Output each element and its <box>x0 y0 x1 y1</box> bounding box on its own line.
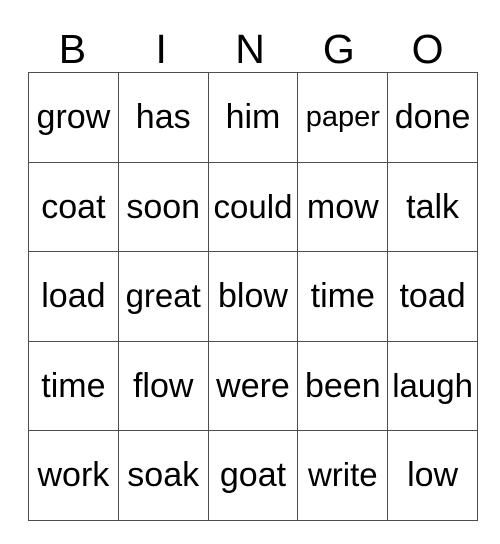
bingo-cell[interactable]: goat <box>207 430 299 521</box>
bingo-cell-word: work <box>37 456 110 495</box>
bingo-cell-word: toad <box>399 277 466 316</box>
bingo-row: coat soon could mow talk <box>28 161 478 252</box>
bingo-cell[interactable]: write <box>297 430 389 521</box>
bingo-cell[interactable]: could <box>207 161 299 252</box>
bingo-header-letter-g: G <box>322 26 355 72</box>
bingo-header-letter-o: O <box>411 26 444 72</box>
bingo-cell-word: been <box>304 366 381 405</box>
bingo-cell[interactable]: mow <box>297 161 389 252</box>
bingo-cell-word: him <box>225 98 281 137</box>
bingo-cell-word: write <box>307 456 378 494</box>
bingo-cell[interactable]: coat <box>28 161 119 252</box>
bingo-grid: grow has him paper done coat soon could … <box>28 72 478 521</box>
bingo-header-letter-b: B <box>58 26 87 72</box>
bingo-cell[interactable]: done <box>387 72 478 163</box>
bingo-cell[interactable]: soak <box>117 430 209 521</box>
bingo-cell[interactable]: been <box>297 340 389 431</box>
bingo-cell-word: laugh <box>392 366 473 404</box>
bingo-cell[interactable]: laugh <box>387 340 478 431</box>
bingo-row: time flow were been laugh <box>28 340 478 431</box>
bingo-cell-word: flow <box>132 366 194 405</box>
bingo-cell-word: grow <box>36 98 111 137</box>
bingo-cell[interactable]: grow <box>28 72 119 163</box>
bingo-cell[interactable]: paper <box>297 72 389 163</box>
bingo-cell[interactable]: great <box>117 251 209 342</box>
bingo-cell-word: great <box>125 277 201 315</box>
bingo-header-letter-i: I <box>155 26 167 72</box>
bingo-cell-word: low <box>407 456 459 495</box>
bingo-cell[interactable]: soon <box>117 161 209 252</box>
bingo-cell-word: talk <box>406 187 460 226</box>
bingo-row: work soak goat write low <box>28 430 478 521</box>
bingo-cell-word: blow <box>218 277 288 316</box>
bingo-cell[interactable]: blow <box>207 251 299 342</box>
bingo-cell-word: time <box>41 366 106 405</box>
bingo-cell[interactable]: were <box>207 340 299 431</box>
bingo-cell-word: were <box>216 366 290 405</box>
bingo-cell[interactable]: low <box>387 430 478 521</box>
bingo-cell-word: goat <box>219 456 287 495</box>
bingo-cell[interactable]: work <box>28 430 119 521</box>
bingo-cell[interactable]: toad <box>387 251 478 342</box>
bingo-cell-word: mow <box>306 187 379 226</box>
bingo-card: B I N G O grow has him paper done coat s… <box>28 14 478 521</box>
bingo-cell-word: done <box>394 98 471 137</box>
bingo-cell-word: paper <box>305 101 380 134</box>
bingo-cell-word: has <box>135 98 191 137</box>
bingo-cell-word: time <box>310 277 375 316</box>
bingo-cell[interactable]: has <box>117 72 209 163</box>
bingo-cell-word: could <box>213 187 293 225</box>
bingo-cell[interactable]: him <box>207 72 299 163</box>
bingo-cell[interactable]: talk <box>387 161 478 252</box>
bingo-cell[interactable]: time <box>297 251 389 342</box>
bingo-cell-word: soon <box>126 187 201 226</box>
bingo-cell[interactable]: time <box>28 340 119 431</box>
bingo-cell-word: soak <box>127 456 200 495</box>
bingo-cell[interactable]: flow <box>117 340 209 431</box>
bingo-cell-word: load <box>41 277 106 316</box>
bingo-cell-word: coat <box>41 187 106 226</box>
bingo-header-row: B I N G O <box>28 14 472 72</box>
bingo-cell[interactable]: load <box>28 251 119 342</box>
bingo-row: load great blow time toad <box>28 251 478 342</box>
bingo-row: grow has him paper done <box>28 72 478 163</box>
bingo-header-letter-n: N <box>235 26 265 72</box>
